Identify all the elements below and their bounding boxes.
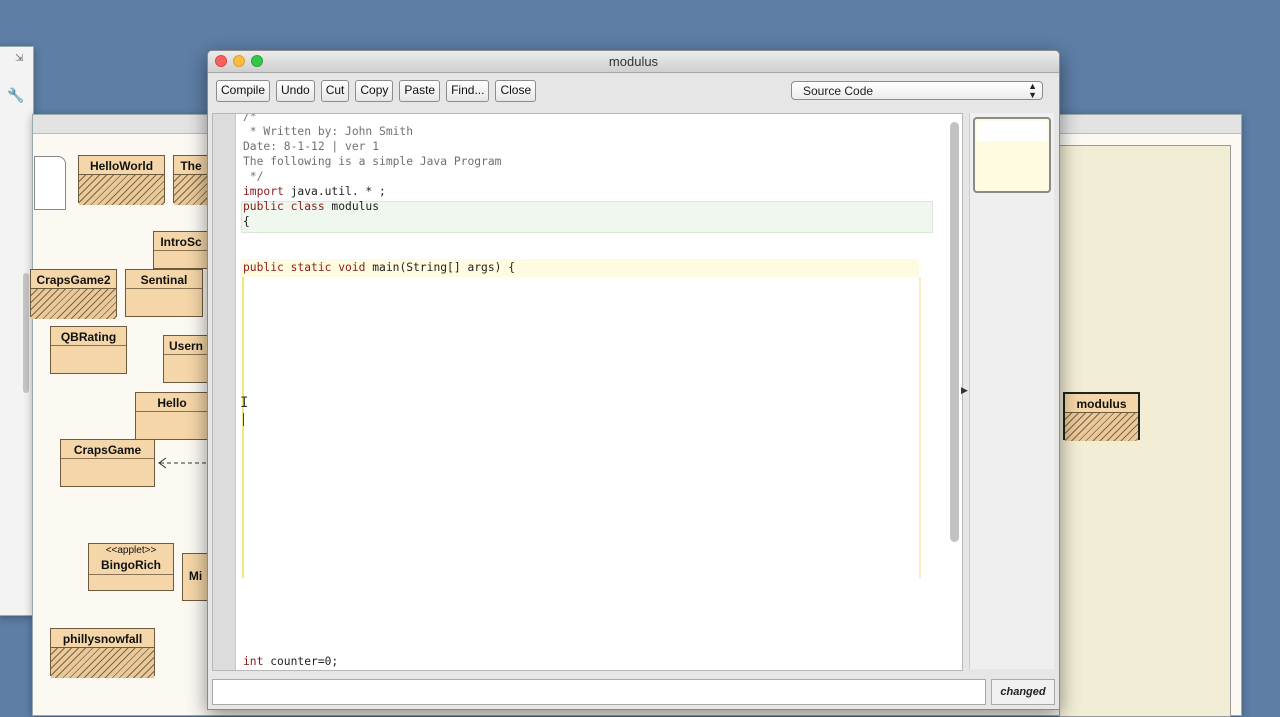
undo-button[interactable]: Undo [276,80,315,102]
window-controls [215,55,263,67]
class-name: Hello [157,396,187,410]
window-title: modulus [608,54,659,69]
sidebar-scrollbar[interactable] [23,273,29,393]
code-line: Date: 8-1-12 | ver 1 [243,140,380,153]
paste-button[interactable]: Paste [399,80,441,102]
class-name: IntroSc [160,235,202,249]
code-text-segment: modulus [324,200,380,213]
code-line: public class modulus [243,200,379,213]
code-line: The following is a simple Java Program [243,155,502,168]
class-name: The [180,159,202,173]
readme-document-icon[interactable] [34,156,66,210]
class-phillysnowfall[interactable]: phillysnowfall [50,628,155,678]
class-name: CrapsGame [73,443,142,457]
class-name: modulus [1076,397,1127,411]
view-select-value: Source Code [803,84,874,98]
keyword: public static void [243,261,366,274]
text-cursor-icon: I [240,395,249,411]
code-text: /* * Written by: John Smith Date: 8-1-12… [243,113,515,668]
view-select[interactable]: Source Code ▲ ▼ [791,81,1043,100]
minimize-window-icon[interactable] [233,55,245,67]
class-name: Sentinal [140,273,188,287]
class-name: Mi [188,569,203,583]
class-stereotype: <<applet>> [105,545,157,556]
resize-icon[interactable]: ⇲ [15,53,23,64]
wrench-icon[interactable]: 🔧 [7,87,24,104]
class-the[interactable]: The [173,155,209,205]
class-crapsgame2[interactable]: CrapsGame2 [30,269,117,319]
code-text-segment: java.util. * ; [283,185,386,198]
editor-titlebar: modulus [208,51,1059,73]
code-editor[interactable]: /* * Written by: John Smith Date: 8-1-12… [212,113,963,671]
line-gutter[interactable] [213,114,236,670]
close-button[interactable]: Close [495,80,537,102]
updown-arrows-icon: ▲ ▼ [1028,80,1037,100]
code-text-segment: counter=0; [263,655,339,668]
method-scope-right-bar [919,277,921,578]
class-name: BingoRich [101,558,161,572]
code-line: import java.util. * ; [243,185,386,198]
class-name: QBRating [60,330,117,344]
caret [243,413,244,426]
find-button[interactable]: Find... [446,80,490,102]
class-usern[interactable]: Usern [163,335,209,383]
class-name: Usern [168,339,203,353]
class-name: phillysnowfall [62,632,143,646]
copy-button[interactable]: Copy [355,80,394,102]
overview-preview [977,121,1047,141]
code-line: { [243,215,250,228]
code-line: * Written by: John Smith [243,125,414,138]
class-hello[interactable]: Hello [135,392,209,440]
keyword: public class [243,200,325,213]
class-crapsgame[interactable]: CrapsGame [60,439,155,487]
class-qbrating[interactable]: QBRating [50,326,127,374]
dependency-arrow [158,457,208,469]
editor-window: modulus Compile Undo Cut Copy Paste Find… [207,50,1060,710]
class-introsc[interactable]: IntroSc [153,231,209,269]
class-mi[interactable]: Mi [182,553,209,601]
code-line: public static void main(String[] args) { [243,261,515,274]
class-name: HelloWorld [89,159,154,173]
method-scope-left-bar [242,277,244,578]
code-line: /* [243,113,257,123]
collapse-arrow-icon[interactable]: ▶ [961,385,968,396]
code-line: int counter=0; [243,655,338,668]
class-bingorich[interactable]: <<applet>> BingoRich [88,543,174,591]
close-window-icon[interactable] [215,55,227,67]
keyword: int [243,655,264,668]
code-text-segment: main(String[] args) { [365,261,516,274]
zoom-window-icon[interactable] [251,55,263,67]
code-overview-panel[interactable] [969,113,1054,669]
class-name: CrapsGame2 [36,273,111,287]
status-badge: changed [991,679,1055,705]
code-line: */ [243,170,264,183]
method-scope [241,259,919,670]
class-helloworld[interactable]: HelloWorld [78,155,165,205]
editor-toolbar: Compile Undo Cut Copy Paste Find... Clos… [216,80,537,102]
compile-button[interactable]: Compile [216,80,271,102]
keyword: import [243,185,284,198]
class-sentinal[interactable]: Sentinal [125,269,203,317]
vertical-scrollbar[interactable] [950,122,959,542]
cut-button[interactable]: Cut [320,80,350,102]
status-message-area [212,679,986,705]
project-sidebar-window: ⇲ 🔧 [0,46,34,616]
class-modulus[interactable]: modulus [1063,392,1140,441]
overview-viewport[interactable] [973,117,1051,193]
